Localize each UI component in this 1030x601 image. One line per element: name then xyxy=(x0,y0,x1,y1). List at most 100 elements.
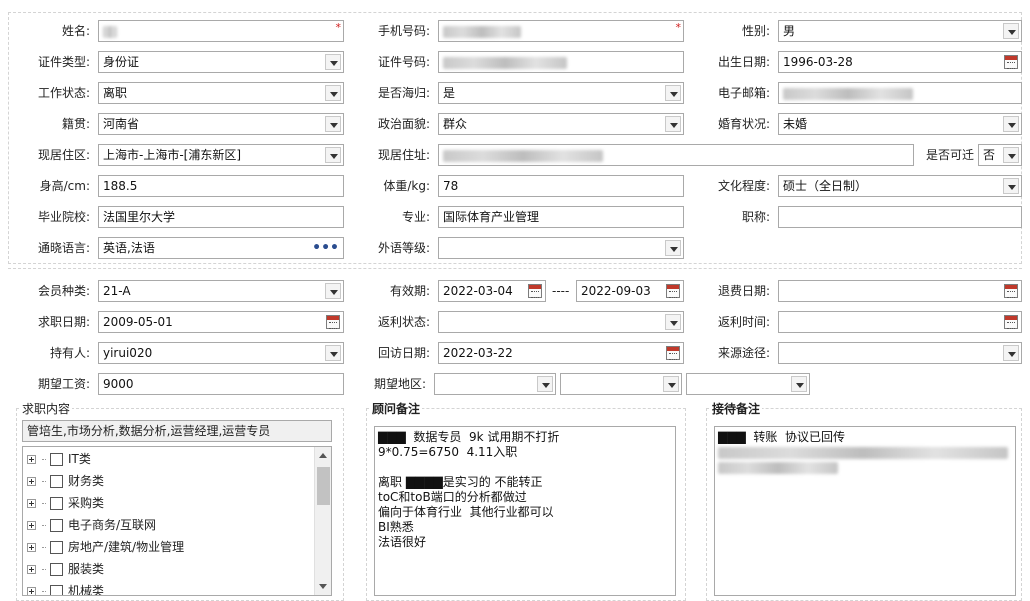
revisit-date-field[interactable]: 2022-03-22 xyxy=(438,342,684,364)
valid-from-field[interactable]: 2022-03-04 xyxy=(438,280,546,302)
checkbox[interactable] xyxy=(50,453,63,466)
marital-status-select[interactable]: 未婚 xyxy=(778,113,1022,135)
chevron-down-icon[interactable] xyxy=(1003,178,1019,194)
expand-icon[interactable] xyxy=(27,477,36,486)
weight-field[interactable]: 78 xyxy=(438,175,684,197)
chevron-down-icon[interactable] xyxy=(1003,116,1019,132)
tree-item-purchase[interactable]: 采购类 xyxy=(27,493,104,513)
chevron-down-icon[interactable] xyxy=(1003,147,1019,163)
source-select[interactable] xyxy=(778,342,1022,364)
calendar-icon[interactable] xyxy=(666,346,680,360)
chevron-down-icon[interactable] xyxy=(325,283,341,299)
native-place-select[interactable]: 河南省 xyxy=(98,113,344,135)
tree-item-realestate[interactable]: 房地产/建筑/物业管理 xyxy=(27,537,184,557)
work-status-select[interactable]: 离职 xyxy=(98,82,344,104)
foreign-level-label: 外语等级: xyxy=(377,241,430,255)
reception-notes-textarea[interactable]: ▇▇▇ 转账 协议已回传 xyxy=(714,426,1016,596)
checkbox[interactable] xyxy=(50,475,63,488)
job-seek-date-field[interactable]: 2009-05-01 xyxy=(98,311,344,333)
tree-item-label: 机械类 xyxy=(68,584,105,596)
expand-icon[interactable] xyxy=(27,587,36,595)
name-field[interactable]: * xyxy=(98,20,344,42)
residence-area-select[interactable]: 上海市-上海市-[浦东新区] xyxy=(98,144,344,166)
residence-address-field[interactable] xyxy=(438,144,914,166)
calendar-icon[interactable] xyxy=(1004,55,1018,69)
checkbox[interactable] xyxy=(50,585,63,595)
checkbox[interactable] xyxy=(50,563,63,576)
expand-icon[interactable] xyxy=(27,455,36,464)
tree-item-ecommerce[interactable]: 电子商务/互联网 xyxy=(27,515,156,535)
tree-scrollbar[interactable] xyxy=(314,447,331,595)
region-province-select[interactable] xyxy=(434,373,556,395)
tree-item-it[interactable]: IT类 xyxy=(27,449,91,469)
chevron-down-icon[interactable] xyxy=(325,54,341,70)
calendar-icon[interactable] xyxy=(666,284,680,298)
chevron-down-icon[interactable] xyxy=(325,116,341,132)
chevron-down-icon[interactable] xyxy=(1003,23,1019,39)
birth-date-field[interactable]: 1996-03-28 xyxy=(778,51,1022,73)
tree-item-finance[interactable]: 财务类 xyxy=(27,471,104,491)
chevron-down-icon[interactable] xyxy=(791,376,807,392)
expand-icon[interactable] xyxy=(27,565,36,574)
gender-select[interactable]: 男 xyxy=(778,20,1022,42)
scroll-thumb[interactable] xyxy=(317,467,330,505)
consultant-notes-textarea[interactable]: ▇▇▇ 数据专员 9k 试用期不打折 9*0.75=6750 4.11入职 离职… xyxy=(374,426,676,596)
id-type-select[interactable]: 身份证 xyxy=(98,51,344,73)
height-field[interactable]: 188.5 xyxy=(98,175,344,197)
region-city-select[interactable] xyxy=(560,373,682,395)
id-number-field[interactable] xyxy=(438,51,684,73)
selected-jobs-field[interactable]: 管培生,市场分析,数据分析,运营经理,运营专员 xyxy=(22,420,332,442)
relocatable-select[interactable]: 否 xyxy=(978,144,1022,166)
chevron-down-icon[interactable] xyxy=(1003,345,1019,361)
mobile-field[interactable]: * xyxy=(438,20,684,42)
calendar-icon[interactable] xyxy=(1004,284,1018,298)
political-status-select[interactable]: 群众 xyxy=(438,113,684,135)
checkbox[interactable] xyxy=(50,541,63,554)
work-status-value: 离职 xyxy=(103,86,128,100)
job-category-tree[interactable]: IT类 财务类 采购类 电子商务/互联网 房地产/建筑/物业管理 服装类 机械类 xyxy=(22,446,332,596)
email-field[interactable] xyxy=(778,82,1022,104)
tree-item-machinery[interactable]: 机械类 xyxy=(27,581,105,596)
foreign-level-select[interactable] xyxy=(438,237,684,259)
chevron-down-icon[interactable] xyxy=(665,85,681,101)
title-field[interactable] xyxy=(778,206,1022,228)
scroll-down-icon[interactable] xyxy=(319,584,327,589)
chevron-down-icon[interactable] xyxy=(325,345,341,361)
valid-to-field[interactable]: 2022-09-03 xyxy=(576,280,684,302)
chevron-down-icon[interactable] xyxy=(325,85,341,101)
expand-icon[interactable] xyxy=(27,499,36,508)
residence-address-label: 现居住址: xyxy=(377,148,430,162)
chevron-down-icon[interactable] xyxy=(537,376,553,392)
expected-salary-field[interactable]: 9000 xyxy=(98,373,344,395)
chevron-down-icon[interactable] xyxy=(663,376,679,392)
section-divider xyxy=(8,268,1022,269)
calendar-icon[interactable] xyxy=(326,315,340,329)
refund-date-field[interactable] xyxy=(778,280,1022,302)
marital-status-value: 未婚 xyxy=(783,117,808,131)
rebate-time-field[interactable] xyxy=(778,311,1022,333)
education-select[interactable]: 硕士（全日制） xyxy=(778,175,1022,197)
expand-icon[interactable] xyxy=(27,543,36,552)
calendar-icon[interactable] xyxy=(528,284,542,298)
school-field[interactable]: 法国里尔大学 xyxy=(98,206,344,228)
region-district-select[interactable] xyxy=(686,373,810,395)
expand-icon[interactable] xyxy=(27,521,36,530)
holder-value: yirui020 xyxy=(103,346,153,360)
calendar-icon[interactable] xyxy=(1004,315,1018,329)
chevron-down-icon[interactable] xyxy=(665,240,681,256)
redacted-line xyxy=(718,445,1012,460)
overseas-select[interactable]: 是 xyxy=(438,82,684,104)
more-options-icon[interactable]: ••• xyxy=(312,238,339,258)
holder-select[interactable]: yirui020 xyxy=(98,342,344,364)
major-field[interactable]: 国际体育产业管理 xyxy=(438,206,684,228)
chevron-down-icon[interactable] xyxy=(325,147,341,163)
scroll-up-icon[interactable] xyxy=(319,453,327,458)
languages-field[interactable]: 英语,法语 ••• xyxy=(98,237,344,259)
chevron-down-icon[interactable] xyxy=(665,116,681,132)
checkbox[interactable] xyxy=(50,497,63,510)
checkbox[interactable] xyxy=(50,519,63,532)
tree-item-apparel[interactable]: 服装类 xyxy=(27,559,104,579)
rebate-status-select[interactable] xyxy=(438,311,684,333)
member-type-select[interactable]: 21-A xyxy=(98,280,344,302)
chevron-down-icon[interactable] xyxy=(665,314,681,330)
